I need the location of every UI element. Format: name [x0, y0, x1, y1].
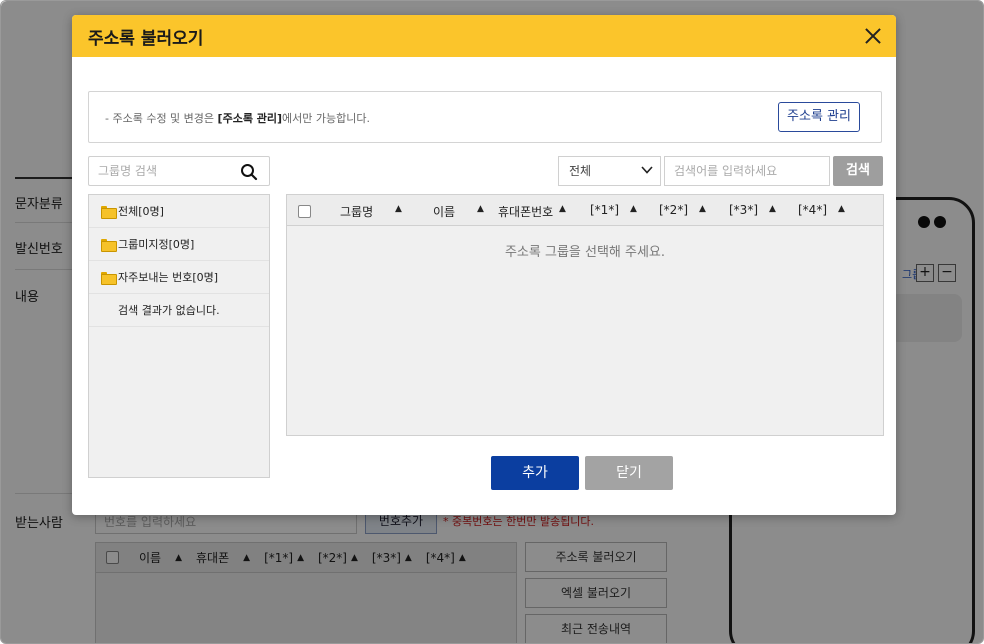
no-results-text: 검색 결과가 없습니다. — [89, 294, 269, 327]
search-icon[interactable] — [240, 163, 258, 181]
modal-header: 주소록 불러오기 — [72, 15, 896, 57]
search-filter-select[interactable]: 전체 — [558, 156, 661, 186]
column-var4[interactable]: [*4*] — [798, 203, 827, 217]
column-var2[interactable]: [*2*] — [659, 203, 688, 217]
folder-icon — [101, 271, 117, 285]
keyword-search-box — [664, 156, 830, 186]
column-var3[interactable]: [*3*] — [729, 203, 758, 217]
sort-icon[interactable]: ▲ — [477, 204, 484, 214]
select-all-checkbox[interactable] — [298, 205, 311, 218]
search-button[interactable]: 검색 — [833, 156, 883, 186]
group-item-frequent[interactable]: 자주보내는 번호[0명] — [89, 261, 269, 294]
sort-icon[interactable]: ▲ — [395, 204, 402, 214]
column-group-name[interactable]: 그룹명 — [340, 203, 373, 220]
sort-icon[interactable]: ▲ — [559, 204, 566, 214]
keyword-search-input[interactable] — [665, 157, 829, 185]
sort-icon[interactable]: ▲ — [699, 204, 706, 214]
group-list: 전체[0명] 그룹미지정[0명] 자주보내는 번호[0명] 검색 결과가 없습니… — [88, 194, 270, 478]
chevron-down-icon — [641, 166, 653, 174]
notice-emphasis: [주소록 관리] — [217, 112, 283, 125]
add-button[interactable]: 추가 — [491, 456, 579, 490]
empty-table-message: 주소록 그룹을 선택해 주세요. — [504, 245, 666, 260]
modal-title: 주소록 불러오기 — [88, 28, 204, 49]
group-item-all[interactable]: 전체[0명] — [89, 195, 269, 228]
group-search-box — [88, 156, 270, 186]
notice-box: - 주소록 수정 및 변경은 [주소록 관리]에서만 가능합니다. 주소록 관리 — [88, 91, 882, 143]
sort-icon[interactable]: ▲ — [838, 204, 845, 214]
column-var1[interactable]: [*1*] — [590, 203, 619, 217]
group-label: 자주보내는 번호[0명] — [118, 271, 219, 284]
filter-selected-value: 전체 — [569, 164, 592, 178]
group-label: 전체[0명] — [118, 205, 164, 218]
folder-icon — [101, 238, 117, 252]
manage-addressbook-button[interactable]: 주소록 관리 — [778, 102, 860, 132]
sort-icon[interactable]: ▲ — [630, 204, 637, 214]
sort-icon[interactable]: ▲ — [769, 204, 776, 214]
close-icon[interactable] — [862, 25, 884, 47]
column-mobile[interactable]: 휴대폰번호 — [498, 203, 553, 220]
close-button[interactable]: 닫기 — [585, 456, 673, 490]
column-name[interactable]: 이름 — [433, 203, 455, 220]
addressbook-modal: 주소록 불러오기 - 주소록 수정 및 변경은 [주소록 관리]에서만 가능합니… — [72, 15, 896, 515]
contact-table-header: 그룹명 ▲ 이름 ▲ 휴대폰번호 ▲ [*1*] ▲ [*2*] ▲ [*3*]… — [287, 195, 883, 226]
folder-icon — [101, 205, 117, 219]
contact-table: 그룹명 ▲ 이름 ▲ 휴대폰번호 ▲ [*1*] ▲ [*2*] ▲ [*3*]… — [286, 194, 884, 436]
notice-text: - 주소록 수정 및 변경은 [주소록 관리]에서만 가능합니다. — [105, 112, 370, 125]
group-search-input[interactable] — [89, 157, 229, 185]
group-label: 그룹미지정[0명] — [118, 238, 195, 251]
group-item-unassigned[interactable]: 그룹미지정[0명] — [89, 228, 269, 261]
